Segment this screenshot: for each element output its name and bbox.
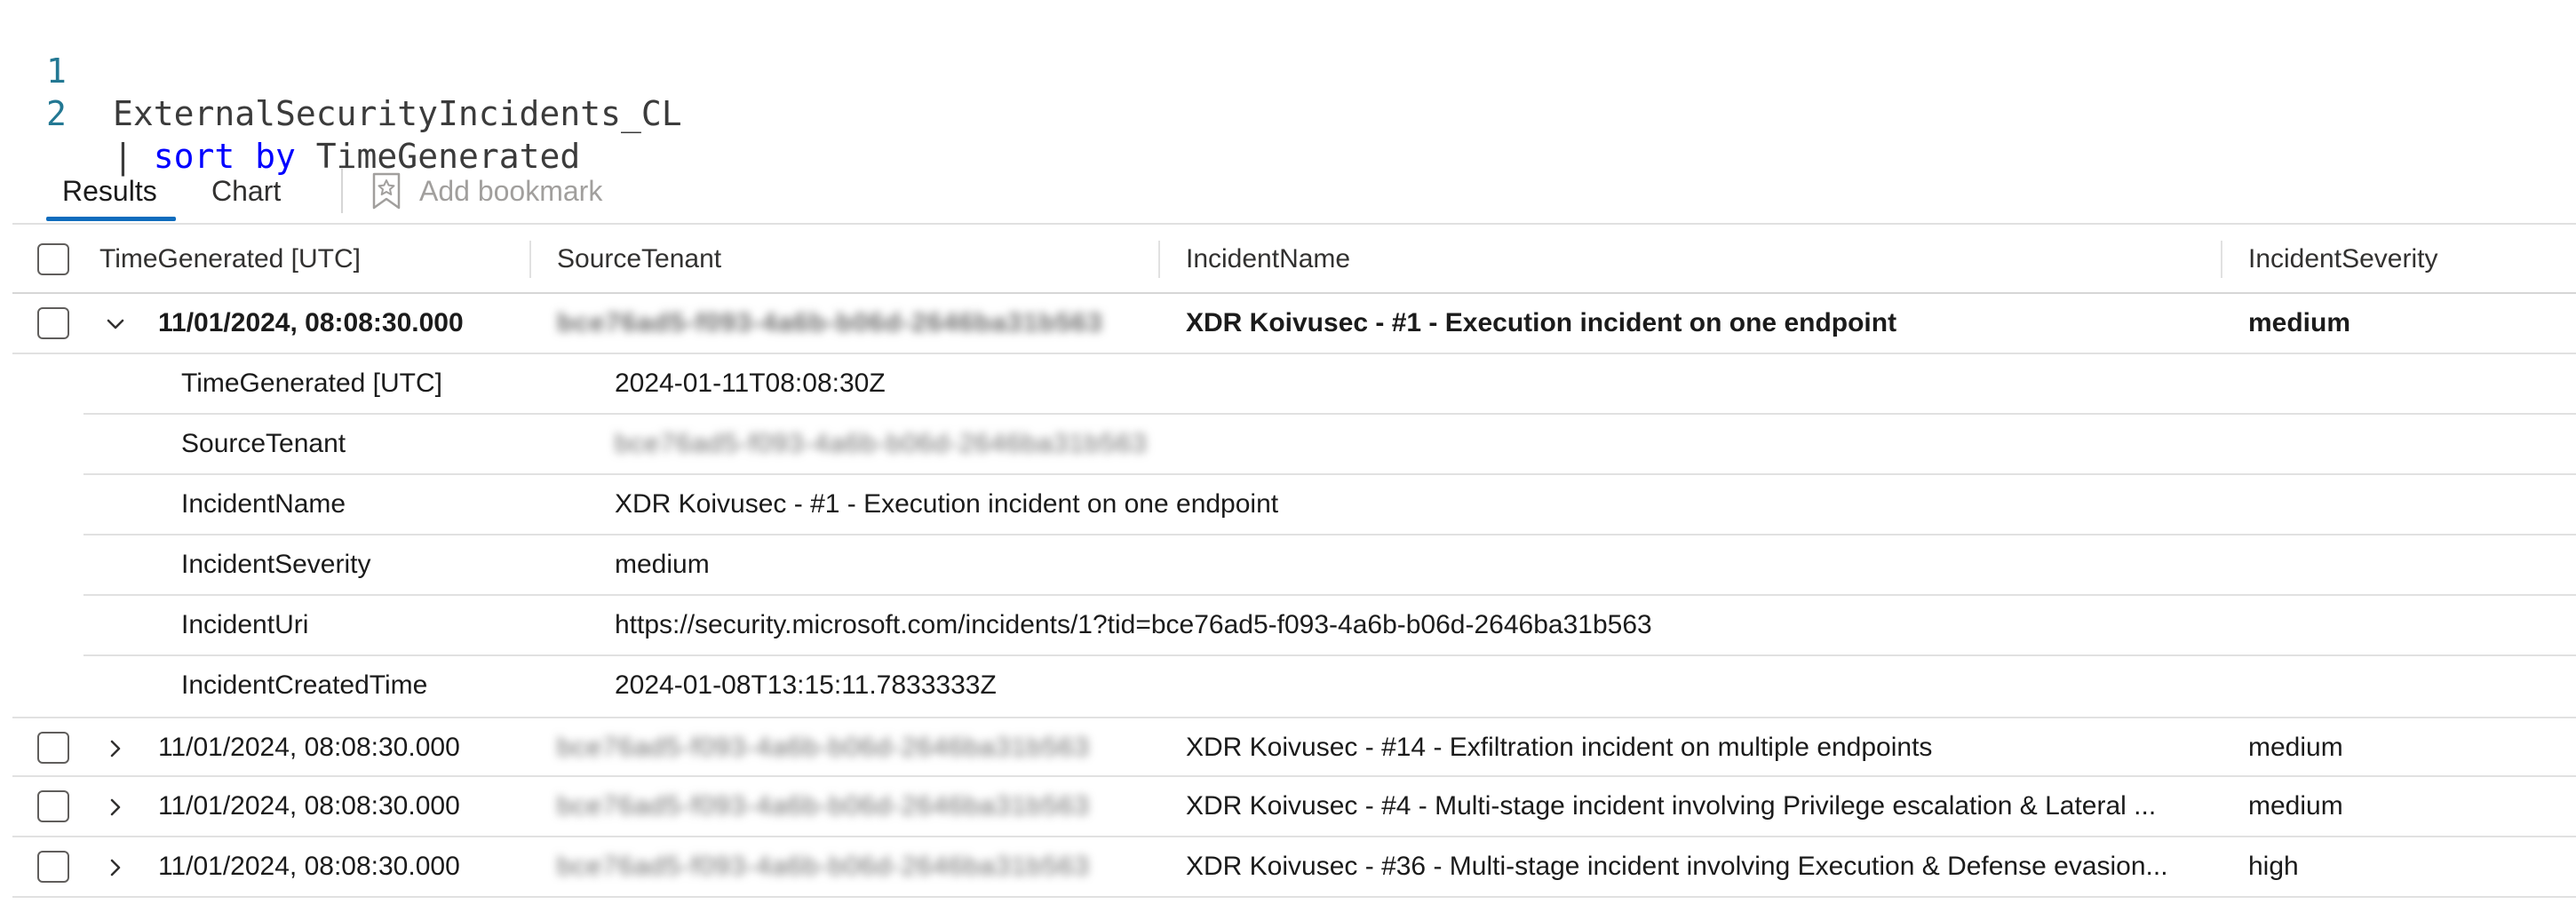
add-bookmark-label: Add bookmark [419,174,603,207]
cell-timegenerated: 11/01/2024, 08:08:30.000 [158,791,460,821]
detail-row: IncidentName XDR Koivusec - #1 - Executi… [83,475,2576,535]
code-line-1: 1 ExternalSecurityIncidents_CL [0,7,682,133]
query-editor[interactable]: 1 ExternalSecurityIncidents_CL 2 | sort … [0,0,2576,176]
cell-incidentname: XDR Koivusec - #36 - Multi-stage inciden… [1186,852,2168,881]
detail-row: SourceTenant bce76ad5-f093-4a6b-b06d-264… [83,415,2576,475]
detail-row: IncidentUri https://security.microsoft.c… [83,596,2576,656]
cell-sourcetenant: bce76ad5-f093-4a6b-b06d-2646ba31b563 [557,837,1134,896]
row-checkbox[interactable] [37,851,69,883]
toolbar-divider [341,169,343,213]
table-row[interactable]: 11/01/2024, 08:08:30.000 bce76ad5-f093-4… [12,777,2576,837]
cell-timegenerated: 11/01/2024, 08:08:30.000 [158,733,460,762]
cell-timegenerated: 11/01/2024, 08:08:30.000 [158,308,464,337]
detail-value: bce76ad5-f093-4a6b-b06d-2646ba31b563 [615,415,1148,473]
redacted-tenant-id: bce76ad5-f093-4a6b-b06d-2646ba31b563 [557,791,1090,821]
select-all-checkbox[interactable] [37,243,69,275]
detail-key: SourceTenant [181,429,346,458]
line-number: 2 [46,94,67,133]
table-row[interactable]: 11/01/2024, 08:08:30.000 bce76ad5-f093-4… [12,294,2576,354]
column-resize-handle[interactable] [1158,241,1160,278]
column-header-sourcetenant[interactable]: SourceTenant [557,225,721,294]
chevron-down-icon[interactable] [99,308,131,340]
cell-sourcetenant: bce76ad5-f093-4a6b-b06d-2646ba31b563 [557,777,1134,836]
active-tab-indicator [46,217,176,221]
cell-incidentname: XDR Koivusec - #1 - Execution incident o… [1186,308,1897,337]
tab-results[interactable]: Results [62,169,157,213]
redacted-tenant-id: bce76ad5-f093-4a6b-b06d-2646ba31b563 [615,429,1148,458]
grid-header: TimeGenerated [UTC] SourceTenant Inciden… [12,223,2576,294]
cell-incidentseverity: high [2248,852,2299,881]
detail-key: IncidentSeverity [181,550,371,579]
row-checkbox[interactable] [37,307,69,339]
detail-value[interactable]: https://security.microsoft.com/incidents… [615,596,1652,654]
chevron-right-icon[interactable] [99,791,131,823]
redacted-tenant-id: bce76ad5-f093-4a6b-b06d-2646ba31b563 [557,852,1090,881]
detail-key: IncidentName [181,489,346,519]
cell-timegenerated: 11/01/2024, 08:08:30.000 [158,852,460,881]
detail-value: 2024-01-08T13:15:11.7833333Z [615,670,997,700]
code-text: ExternalSecurityIncidents_CL [113,94,682,133]
detail-row: IncidentCreatedTime 2024-01-08T13:15:11.… [83,656,2576,718]
cell-incidentseverity: medium [2248,733,2343,762]
chevron-right-icon[interactable] [99,733,131,765]
cell-sourcetenant: bce76ad5-f093-4a6b-b06d-2646ba31b563 [557,718,1134,777]
column-header-incidentseverity[interactable]: IncidentSeverity [2248,225,2437,294]
cell-sourcetenant: bce76ad5-f093-4a6b-b06d-2646ba31b563 [557,294,1134,353]
cell-incidentseverity: medium [2248,791,2343,821]
column-header-timegenerated[interactable]: TimeGenerated [UTC] [99,225,361,294]
results-tabbar: Results Chart Add bookmark [0,153,2576,222]
cell-incidentname: XDR Koivusec - #14 - Exfiltration incide… [1186,733,1933,762]
detail-key: IncidentUri [181,610,309,639]
detail-row: IncidentSeverity medium [83,535,2576,596]
table-row[interactable]: 11/01/2024, 08:08:30.000 bce76ad5-f093-4… [12,717,2576,777]
bookmark-star-icon [371,172,402,210]
redacted-tenant-id: bce76ad5-f093-4a6b-b06d-2646ba31b563 [557,733,1090,762]
redacted-tenant-id: bce76ad5-f093-4a6b-b06d-2646ba31b563 [557,308,1103,337]
row-checkbox[interactable] [37,790,69,822]
cell-incidentseverity: medium [2248,308,2351,337]
code-line-2: 2 | sort by TimeGenerated [0,50,580,176]
tab-chart[interactable]: Chart [211,169,281,213]
table-row[interactable]: 11/01/2024, 08:08:30.000 bce76ad5-f093-4… [12,837,2576,898]
column-resize-handle[interactable] [2221,241,2222,278]
column-header-incidentname[interactable]: IncidentName [1186,225,1350,294]
detail-value: XDR Koivusec - #1 - Execution incident o… [615,489,1279,519]
cell-incidentname: XDR Koivusec - #4 - Multi-stage incident… [1186,791,2157,821]
detail-value: medium [615,550,710,579]
detail-value: 2024-01-11T08:08:30Z [615,369,886,398]
detail-key: IncidentCreatedTime [181,670,428,700]
detail-row: TimeGenerated [UTC] 2024-01-11T08:08:30Z [83,354,2576,415]
column-resize-handle[interactable] [529,241,531,278]
chevron-right-icon[interactable] [99,852,131,884]
row-checkbox[interactable] [37,732,69,764]
detail-key: TimeGenerated [UTC] [181,369,442,398]
add-bookmark-button[interactable]: Add bookmark [371,169,602,213]
